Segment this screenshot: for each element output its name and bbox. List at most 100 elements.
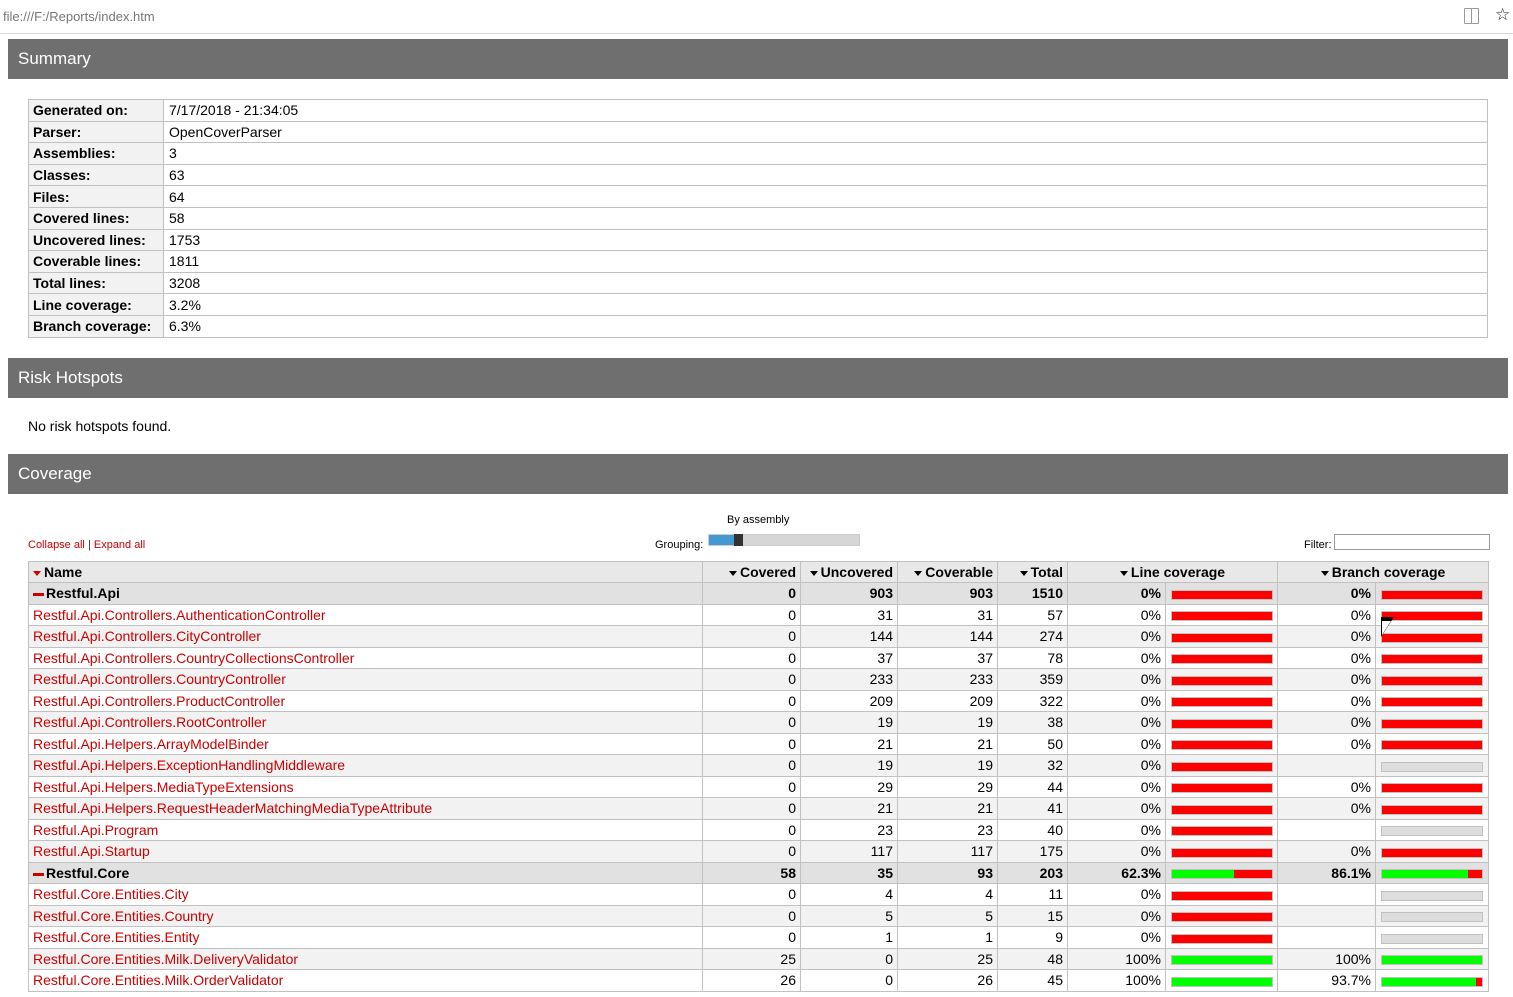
assembly-row[interactable]: Restful.Api 0 903 903 1510 0% 0%	[28, 582, 1490, 605]
class-row: Restful.Api.Controllers.AuthenticationCo…	[28, 603, 1490, 627]
class-row: Restful.Api.Helpers.MediaTypeExtensions 0…	[28, 775, 1490, 799]
sort-uncovered-header[interactable]: Uncovered	[800, 560, 898, 584]
collapse-icon[interactable]	[33, 872, 44, 876]
class-link[interactable]: Restful.Api.Controllers.AuthenticationCo…	[28, 603, 703, 627]
branch-coverage-cell: 86.1%	[1277, 861, 1376, 885]
class-link[interactable]: Restful.Api.Helpers.MediaTypeExtensions	[28, 775, 703, 799]
uncovered-cell: 21	[800, 797, 898, 820]
class-link[interactable]: Restful.Api.Program	[28, 818, 703, 842]
header-coverable-label: Coverable	[925, 563, 993, 580]
sort-line-coverage-header[interactable]: Line coverage	[1067, 560, 1278, 584]
filter-input[interactable]	[1334, 533, 1490, 550]
line-coverage-cell: 0%	[1067, 689, 1166, 713]
total-cell: 32	[997, 754, 1068, 777]
class-link[interactable]: Restful.Api.Controllers.CountryControlle…	[28, 668, 703, 691]
sort-covered-header[interactable]: Covered	[702, 560, 801, 584]
url-text[interactable]: file:///F:/Reports/index.htm	[3, 9, 155, 24]
class-link[interactable]: Restful.Api.Controllers.RootController	[28, 711, 703, 734]
collapse-all-link[interactable]: Collapse all	[28, 539, 85, 551]
total-cell: 41	[997, 797, 1068, 820]
coverage-bar	[1381, 783, 1483, 794]
reader-view-icon[interactable]	[1464, 8, 1479, 24]
class-row: Restful.Api.Helpers.ExceptionHandlingMid…	[28, 754, 1490, 777]
branch-coverage-cell: 0%	[1277, 689, 1376, 713]
sort-coverable-header[interactable]: Coverable	[897, 560, 998, 584]
assembly-row[interactable]: Restful.Core 58 35 93 203 62.3% 86.1%	[28, 861, 1490, 885]
coverage-bar-uncovered	[1171, 612, 1272, 621]
branch-coverage-cell: 100%	[1277, 947, 1376, 971]
header-line-coverage-label: Line coverage	[1130, 563, 1226, 580]
class-link[interactable]: Restful.Api.Controllers.CountryCollectio…	[28, 646, 703, 670]
branch-coverage-cell: 0%	[1277, 603, 1376, 627]
covered-cell: 25	[702, 947, 801, 971]
class-link[interactable]: Restful.Core.Entities.Entity	[28, 926, 703, 949]
coverable-cell: 19	[897, 711, 998, 734]
coverage-bar	[1381, 654, 1483, 665]
line-coverage-bar-cell	[1165, 646, 1278, 670]
coverage-bar	[1170, 933, 1273, 944]
line-coverage-bar-cell	[1165, 711, 1278, 734]
uncovered-cell: 19	[800, 754, 898, 777]
coverage-bar-uncovered	[1171, 784, 1272, 793]
total-cell: 15	[997, 904, 1068, 928]
line-coverage-cell: 0%	[1067, 926, 1166, 949]
summary-label: Covered lines:	[28, 206, 164, 230]
coverage-bar	[1170, 869, 1273, 880]
line-coverage-cell: 0%	[1067, 904, 1166, 928]
coverable-cell: 21	[897, 797, 998, 820]
class-link[interactable]: Restful.Api.Controllers.CityController	[28, 625, 703, 648]
bookmark-star-icon[interactable]: ☆	[1495, 5, 1510, 25]
summary-table: Generated on: 7/17/2018 - 21:34:05 Parser:…	[28, 99, 1488, 338]
summary-label: Coverable lines:	[28, 250, 164, 273]
uncovered-cell: 5	[800, 904, 898, 928]
coverage-bar-uncovered	[1382, 633, 1482, 642]
covered-cell: 0	[702, 818, 801, 842]
class-link[interactable]: Restful.Core.Entities.Milk.OrderValidato…	[28, 969, 703, 992]
line-coverage-bar-cell	[1165, 969, 1278, 992]
line-coverage-cell: 0%	[1067, 840, 1166, 863]
summary-value: 3	[163, 142, 1488, 165]
coverage-bar-uncovered	[1171, 676, 1272, 685]
total-cell: 40	[997, 818, 1068, 842]
branch-coverage-bar-cell	[1374, 840, 1490, 863]
class-link[interactable]: Restful.Api.Helpers.RequestHeaderMatchin…	[28, 797, 703, 820]
uncovered-cell: 144	[800, 625, 898, 648]
coverage-bar-empty	[1381, 933, 1483, 944]
header-branch-coverage-label: Branch coverage	[1331, 563, 1446, 580]
branch-coverage-bar-cell	[1374, 689, 1490, 713]
class-link[interactable]: Restful.Api.Helpers.ExceptionHandlingMid…	[28, 754, 703, 777]
class-link[interactable]: Restful.Api.Controllers.ProductControlle…	[28, 689, 703, 713]
sort-branch-coverage-header[interactable]: Branch coverage	[1276, 560, 1490, 584]
branch-coverage-cell: 0%	[1277, 625, 1376, 648]
line-coverage-cell: 0%	[1067, 646, 1166, 670]
grouping-slider[interactable]	[708, 533, 860, 546]
assembly-name[interactable]: Restful.Api	[28, 582, 703, 605]
line-coverage-cell: 0%	[1067, 732, 1166, 756]
coverage-table: Name Covered Uncovered Coverable Total L…	[28, 560, 1490, 992]
class-link[interactable]: Restful.Api.Helpers.ArrayModelBinder	[28, 732, 703, 756]
class-row: Restful.Api.Controllers.CountryControlle…	[28, 668, 1490, 691]
coverage-bar-uncovered	[1382, 676, 1482, 685]
grouping-value-label: By assembly	[727, 513, 790, 526]
collapse-icon[interactable]	[33, 593, 44, 597]
coverable-cell: 1	[897, 926, 998, 949]
branch-coverage-cell	[1277, 926, 1376, 949]
class-link[interactable]: Restful.Core.Entities.Milk.DeliveryValid…	[28, 947, 703, 971]
branch-coverage-cell: 0%	[1277, 668, 1376, 691]
coverable-cell: 144	[897, 625, 998, 648]
expand-all-link[interactable]: Expand all	[94, 539, 145, 551]
covered-cell: 0	[702, 668, 801, 691]
browser-address-bar[interactable]: file:///F:/Reports/index.htm ☆	[0, 0, 1513, 34]
coverage-bar	[1381, 976, 1483, 987]
class-link[interactable]: Restful.Core.Entities.City	[28, 883, 703, 906]
grouping-slider-handle[interactable]	[734, 533, 743, 546]
class-link[interactable]: Restful.Core.Entities.Country	[28, 904, 703, 928]
sort-total-header[interactable]: Total	[997, 560, 1068, 584]
uncovered-cell: 35	[800, 861, 898, 885]
sort-name-header[interactable]: Name	[28, 560, 703, 584]
class-row: Restful.Api.Helpers.ArrayModelBinder 0 21 2…	[28, 732, 1490, 756]
class-link[interactable]: Restful.Api.Startup	[28, 840, 703, 863]
class-row: Restful.Core.Entities.Milk.DeliveryValid…	[28, 947, 1490, 971]
assembly-name[interactable]: Restful.Core	[28, 861, 703, 885]
covered-cell: 0	[702, 625, 801, 648]
